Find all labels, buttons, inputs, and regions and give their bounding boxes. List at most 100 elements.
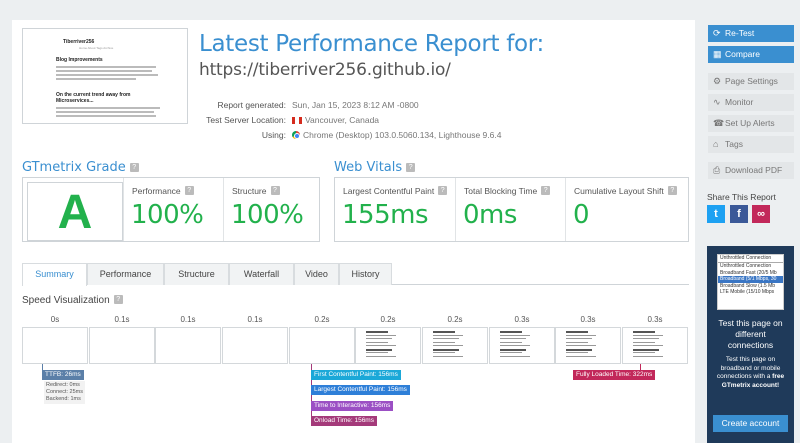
frame-content-line bbox=[500, 345, 530, 346]
thumbnail-text-line bbox=[56, 78, 136, 80]
canada-flag-icon bbox=[292, 117, 302, 124]
sidebar-button-label: Tags bbox=[725, 139, 743, 149]
report-tabs: Summary Performance Structure Waterfall … bbox=[22, 263, 689, 286]
performance-value: 100% bbox=[131, 200, 204, 230]
lcp-metric: Largest Contentful Paint? 155ms bbox=[335, 178, 455, 241]
connection-option[interactable]: Unthrottled Connection bbox=[718, 255, 783, 263]
sidebar-button-label: Compare bbox=[725, 49, 760, 59]
tag-icon: ⌂ bbox=[713, 139, 719, 149]
tbt-metric: Total Blocking Time? 0ms bbox=[455, 178, 565, 241]
frame-content-line bbox=[433, 342, 455, 343]
tab-history[interactable]: History bbox=[339, 263, 392, 285]
fully-loaded-marker: Fully Loaded Time: 322ms bbox=[573, 370, 656, 380]
connect-time: Connect: 25ms bbox=[46, 389, 83, 395]
connection-select[interactable]: Unthrottled Connection Unthrottled Connec… bbox=[717, 254, 784, 310]
sidebar-button-label: Re-Test bbox=[725, 28, 755, 38]
frame-content-line bbox=[433, 356, 463, 357]
help-icon[interactable]: ? bbox=[113, 295, 123, 304]
structure-value: 100% bbox=[231, 200, 304, 230]
help-icon[interactable]: ? bbox=[406, 163, 416, 172]
tab-waterfall[interactable]: Waterfall bbox=[229, 263, 294, 285]
frame-content-line bbox=[633, 331, 655, 333]
frame-content-line bbox=[433, 331, 455, 333]
alerts-icon: ☎ bbox=[713, 118, 725, 128]
thumbnail-text-line bbox=[56, 66, 156, 68]
help-icon[interactable]: ? bbox=[667, 186, 677, 195]
pdf-icon: ⎙ bbox=[713, 165, 721, 175]
filmstrip-frame[interactable] bbox=[289, 327, 355, 364]
facebook-icon[interactable]: f bbox=[730, 205, 748, 223]
frame-content-line bbox=[566, 331, 588, 333]
frame-content-line bbox=[566, 338, 592, 339]
grade-cell: A bbox=[23, 178, 123, 241]
thumbnail-text-line bbox=[56, 74, 158, 76]
report-generated-label: Report generated: bbox=[217, 100, 286, 110]
frame-content-line bbox=[366, 331, 388, 333]
frame-time-label: 0.1s bbox=[114, 315, 130, 324]
re-test-button[interactable]: ⟳ Re-Test bbox=[708, 25, 794, 42]
frame-content-line bbox=[633, 345, 663, 346]
thumbnail-text-line bbox=[56, 107, 160, 109]
set-up-alerts-button[interactable]: ☎ Set Up Alerts bbox=[708, 115, 794, 132]
filmstrip-frame[interactable] bbox=[489, 327, 555, 364]
tab-summary[interactable]: Summary bbox=[22, 263, 87, 286]
help-icon[interactable]: ? bbox=[270, 186, 280, 195]
filmstrip-frame[interactable] bbox=[355, 327, 421, 364]
filmstrip-frame[interactable] bbox=[555, 327, 621, 364]
report-url[interactable]: https://tiberriver256.github.io/ bbox=[199, 60, 451, 80]
twitter-icon[interactable]: t bbox=[707, 205, 725, 223]
pulse-icon: ∿ bbox=[713, 97, 721, 107]
report-generated-value: Sun, Jan 15, 2023 8:12 AM -0800 bbox=[292, 100, 419, 110]
thumbnail-heading: Blog Improvements bbox=[56, 57, 103, 63]
page-settings-button[interactable]: ⚙ Page Settings bbox=[708, 73, 794, 90]
grade-letter: A bbox=[27, 182, 123, 241]
frame-content-line bbox=[433, 335, 463, 336]
frame-time-label: 0.3s bbox=[647, 315, 663, 324]
tags-button[interactable]: ⌂ Tags bbox=[708, 136, 794, 153]
frame-content-line bbox=[633, 335, 663, 336]
download-pdf-button[interactable]: ⎙ Download PDF bbox=[708, 162, 794, 179]
frame-content-line bbox=[566, 335, 596, 336]
frame-time-label: 0.3s bbox=[580, 315, 596, 324]
frame-time-label: 0.3s bbox=[514, 315, 530, 324]
frame-content-line bbox=[366, 356, 396, 357]
help-icon[interactable]: ? bbox=[184, 186, 194, 195]
filmstrip-frame[interactable] bbox=[22, 327, 88, 364]
link-icon[interactable]: ∞ bbox=[752, 205, 770, 223]
frame-time-label: 0s bbox=[50, 315, 60, 324]
help-icon[interactable]: ? bbox=[129, 163, 139, 172]
ttfb-details: Redirect: 0ms Connect: 25ms Backend: 1ms bbox=[44, 381, 85, 404]
filmstrip-frame[interactable] bbox=[155, 327, 221, 364]
report-title: Latest Performance Report for: bbox=[199, 31, 544, 57]
frame-content-line bbox=[633, 342, 655, 343]
filmstrip-frame[interactable] bbox=[622, 327, 688, 364]
frame-time-label: 0.2s bbox=[380, 315, 396, 324]
create-account-button[interactable]: Create account bbox=[713, 415, 788, 432]
filmstrip-frame[interactable] bbox=[222, 327, 288, 364]
frame-content-line bbox=[500, 356, 530, 357]
connection-option[interactable]: LTE Mobile (15/10 Mbps bbox=[718, 289, 783, 296]
filmstrip-frame[interactable] bbox=[422, 327, 488, 364]
server-location-value: Vancouver, Canada bbox=[292, 115, 379, 125]
web-vitals-title: Web Vitals? bbox=[334, 160, 416, 175]
frame-content-line bbox=[500, 331, 522, 333]
help-icon[interactable]: ? bbox=[541, 186, 551, 195]
chrome-icon bbox=[292, 131, 300, 139]
tab-performance[interactable]: Performance bbox=[87, 263, 164, 285]
connection-promo: Unthrottled Connection Unthrottled Connec… bbox=[707, 246, 794, 443]
tab-video[interactable]: Video bbox=[294, 263, 339, 285]
connection-option[interactable]: Broadband (5/1 Mbps, 30 bbox=[718, 276, 783, 283]
frame-content-line bbox=[366, 335, 396, 336]
redirect-time: Redirect: 0ms bbox=[46, 382, 80, 388]
monitor-button[interactable]: ∿ Monitor bbox=[708, 94, 794, 111]
frame-content-line bbox=[500, 352, 522, 353]
compare-button[interactable]: ▦ Compare bbox=[708, 46, 794, 63]
using-label: Using: bbox=[261, 130, 286, 140]
filmstrip-frame[interactable] bbox=[89, 327, 155, 364]
metric-label: Structure? bbox=[232, 186, 280, 196]
gear-icon: ⚙ bbox=[713, 76, 722, 86]
tab-structure[interactable]: Structure bbox=[164, 263, 229, 285]
help-icon[interactable]: ? bbox=[438, 186, 448, 195]
fcp-marker: First Contentful Paint: 156ms bbox=[311, 370, 401, 380]
frame-content-line bbox=[566, 342, 588, 343]
